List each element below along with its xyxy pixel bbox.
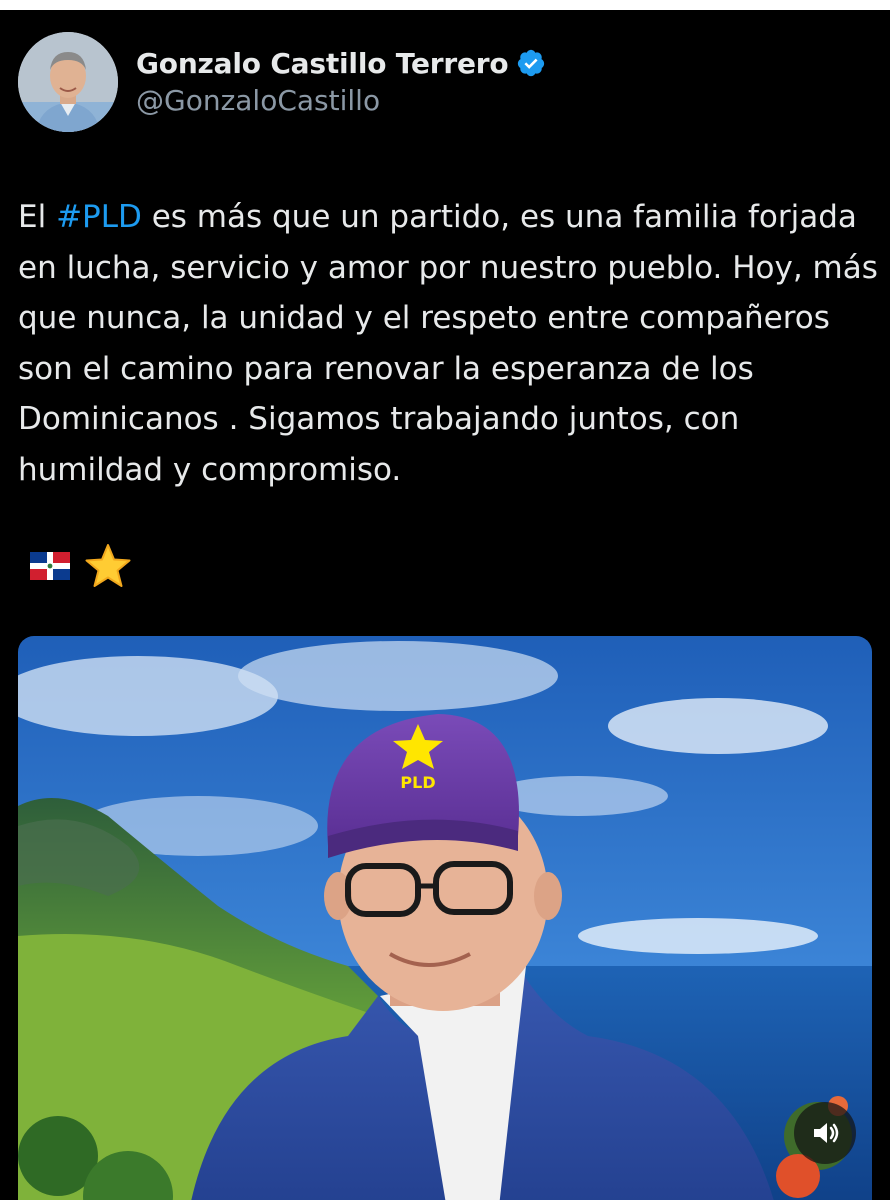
- hashtag-link[interactable]: #PLD: [56, 199, 142, 235]
- author-avatar[interactable]: [18, 32, 118, 132]
- avatar-photo: [18, 32, 118, 132]
- tweet-text: El #PLD es más que un partido, es una fa…: [18, 192, 878, 495]
- author-names: Gonzalo Castillo Terrero @GonzaloCastill…: [136, 44, 836, 117]
- video-frame: PLD: [18, 636, 872, 1200]
- dominican-flag-icon: [30, 552, 70, 580]
- tweet-text-prefix: El: [18, 199, 57, 235]
- cap-label: PLD: [400, 773, 435, 792]
- star-icon: [85, 544, 131, 587]
- speaker-icon: [814, 1123, 839, 1143]
- author-handle[interactable]: @GonzaloCastillo: [136, 84, 836, 117]
- author-display-name: Gonzalo Castillo Terrero: [136, 46, 509, 80]
- emoji-row: [30, 542, 132, 590]
- tweet-card: Gonzalo Castillo Terrero @GonzaloCastill…: [0, 10, 890, 1200]
- volume-button[interactable]: [794, 1102, 856, 1164]
- verified-badge-icon: [518, 49, 545, 77]
- author-name-row[interactable]: Gonzalo Castillo Terrero: [136, 44, 836, 82]
- video-media[interactable]: PLD: [18, 636, 872, 1200]
- tweet-text-body: es más que un partido, es una familia fo…: [18, 199, 878, 488]
